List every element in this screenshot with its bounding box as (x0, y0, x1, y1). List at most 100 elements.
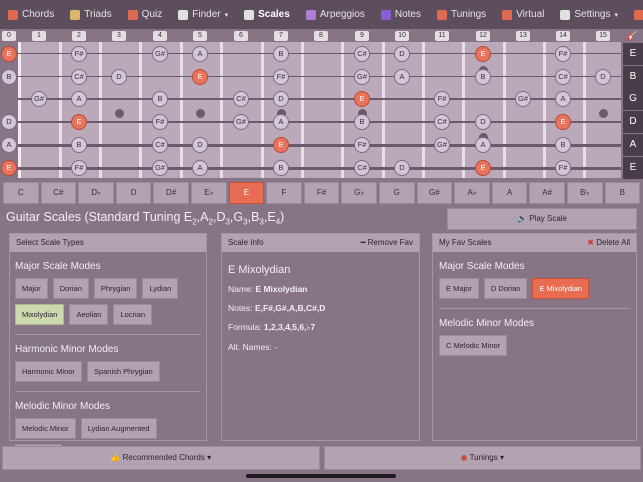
nav-triads[interactable]: Triads (62, 0, 119, 29)
fret-note[interactable]: E (192, 69, 208, 85)
fret-note[interactable]: C# (555, 69, 571, 85)
tunings-button[interactable]: ◉ Tunings ▾ (323, 446, 641, 470)
fret-note[interactable]: E (71, 114, 87, 130)
fret-note[interactable]: D (273, 91, 289, 107)
key-button[interactable]: G♭ (341, 182, 377, 204)
fret-note[interactable]: B (354, 114, 370, 130)
fret-note[interactable]: E (354, 91, 370, 107)
fret-note[interactable]: F# (71, 160, 87, 176)
scale-chip[interactable]: Locrian (113, 304, 153, 325)
fret-note[interactable]: A (71, 91, 87, 107)
nav-help[interactable]: Help (626, 0, 643, 29)
fret-note[interactable]: F# (354, 137, 370, 153)
fret-note[interactable]: A (192, 160, 208, 176)
key-button[interactable]: D# (153, 182, 189, 204)
scale-chip[interactable]: E Major (439, 278, 479, 299)
key-button[interactable]: C# (40, 182, 77, 204)
key-button[interactable]: E♭ (190, 182, 227, 204)
scale-chip[interactable]: Phrygian (93, 278, 138, 299)
fret-note[interactable]: F# (555, 160, 571, 176)
fret-note[interactable]: G# (515, 91, 531, 107)
fret-note[interactable]: G# (233, 114, 249, 130)
remove-fav-button[interactable]: ━ Remove Fav (361, 234, 413, 252)
fret-note[interactable]: B (273, 46, 289, 62)
fret-note[interactable]: F# (434, 91, 450, 107)
fret-note[interactable]: E (475, 160, 491, 176)
scale-chip[interactable]: E Mixolydian (532, 278, 589, 299)
fret-note[interactable]: B (555, 137, 571, 153)
nav-scales[interactable]: Scales (236, 0, 298, 29)
fret-note[interactable]: D (595, 69, 611, 85)
guitar-icon[interactable]: 🎸 (626, 31, 638, 41)
fret-note[interactable]: F# (71, 46, 87, 62)
key-button[interactable]: A (491, 182, 528, 204)
scale-chip[interactable]: Spanish Phrygian (86, 361, 160, 382)
scale-chip[interactable]: Harmonic Minor (15, 361, 82, 382)
nav-finder[interactable]: Finder ▾ (170, 0, 236, 29)
key-button[interactable]: G# (416, 182, 453, 204)
fret-note[interactable]: G# (31, 91, 47, 107)
scale-types-header[interactable]: Select Scale Types (10, 234, 206, 252)
fret-note[interactable]: F# (555, 46, 571, 62)
key-button[interactable]: D (115, 182, 152, 204)
key-button[interactable]: G (378, 182, 415, 204)
fret-note[interactable]: B (475, 69, 491, 85)
fret-note[interactable]: B (1, 69, 17, 85)
play-scale-button[interactable]: 🔈 Play Scale (447, 208, 637, 230)
key-button[interactable]: F (266, 182, 302, 204)
fretboard[interactable]: 0 1 2 3 4 5 6 7 8 9 10 11 12 13 14 15 🎸 E B G D A E E F# G# A B C# D… (0, 31, 643, 179)
fret-note[interactable]: D (111, 69, 127, 85)
fret-note[interactable]: E (475, 46, 491, 62)
scale-chip[interactable]: Mixolydian (15, 304, 65, 325)
fret-note[interactable]: D (475, 114, 491, 130)
scale-chip[interactable]: C Melodic Minor (439, 335, 508, 356)
fret-note[interactable]: B (71, 137, 87, 153)
fret-note[interactable]: A (192, 46, 208, 62)
scale-chip[interactable]: Lydian (142, 278, 179, 299)
fret-note[interactable]: B (273, 160, 289, 176)
fret-note[interactable]: B (152, 91, 168, 107)
key-button[interactable]: F# (303, 182, 340, 204)
nav-virtual[interactable]: Virtual (494, 0, 552, 29)
key-button[interactable]: A♭ (454, 182, 490, 204)
fret-note[interactable]: A (1, 137, 17, 153)
fret-note[interactable]: C# (434, 114, 450, 130)
nav-arpeggios[interactable]: Arpeggios (298, 0, 373, 29)
fret-note[interactable]: D (1, 114, 17, 130)
scale-chip[interactable]: Aeolian (69, 304, 109, 325)
key-button[interactable]: E (228, 182, 265, 204)
key-button[interactable]: B (604, 182, 641, 204)
fret-note[interactable]: E (1, 160, 17, 176)
fret-note[interactable]: C# (354, 160, 370, 176)
fret-note[interactable]: A (475, 137, 491, 153)
fret-note[interactable]: C# (354, 46, 370, 62)
fret-note[interactable]: D (394, 46, 410, 62)
key-button[interactable]: C (3, 182, 39, 204)
nav-settings[interactable]: Settings ▾ (552, 0, 626, 29)
scale-chip[interactable]: Melodic Minor (15, 418, 76, 439)
key-button[interactable]: D♭ (78, 182, 114, 204)
fret-note[interactable]: A (394, 69, 410, 85)
fret-note[interactable]: D (394, 160, 410, 176)
fret-note[interactable]: G# (354, 69, 370, 85)
fret-note[interactable]: F# (152, 114, 168, 130)
key-button[interactable]: A# (529, 182, 565, 204)
fret-note[interactable]: G# (152, 160, 168, 176)
nav-quiz[interactable]: Quiz (120, 0, 171, 29)
scale-chip[interactable]: Lydian Augmented (80, 418, 157, 439)
scale-chip[interactable]: D Dorian (483, 278, 528, 299)
scale-chip[interactable]: Major (15, 278, 48, 299)
fret-note[interactable]: C# (71, 69, 87, 85)
fret-note[interactable]: A (273, 114, 289, 130)
fret-note[interactable]: C# (233, 91, 249, 107)
key-button[interactable]: B♭ (566, 182, 603, 204)
fret-note[interactable]: C# (152, 137, 168, 153)
fret-note[interactable]: E (273, 137, 289, 153)
fret-note[interactable]: F# (273, 69, 289, 85)
fret-note[interactable]: D (192, 137, 208, 153)
delete-all-button[interactable]: ✖ Delete All (587, 234, 630, 252)
scale-chip[interactable]: Dorian (52, 278, 89, 299)
fret-note[interactable]: G# (434, 137, 450, 153)
fret-note[interactable]: G# (152, 46, 168, 62)
nav-chords[interactable]: Chords (0, 0, 62, 29)
